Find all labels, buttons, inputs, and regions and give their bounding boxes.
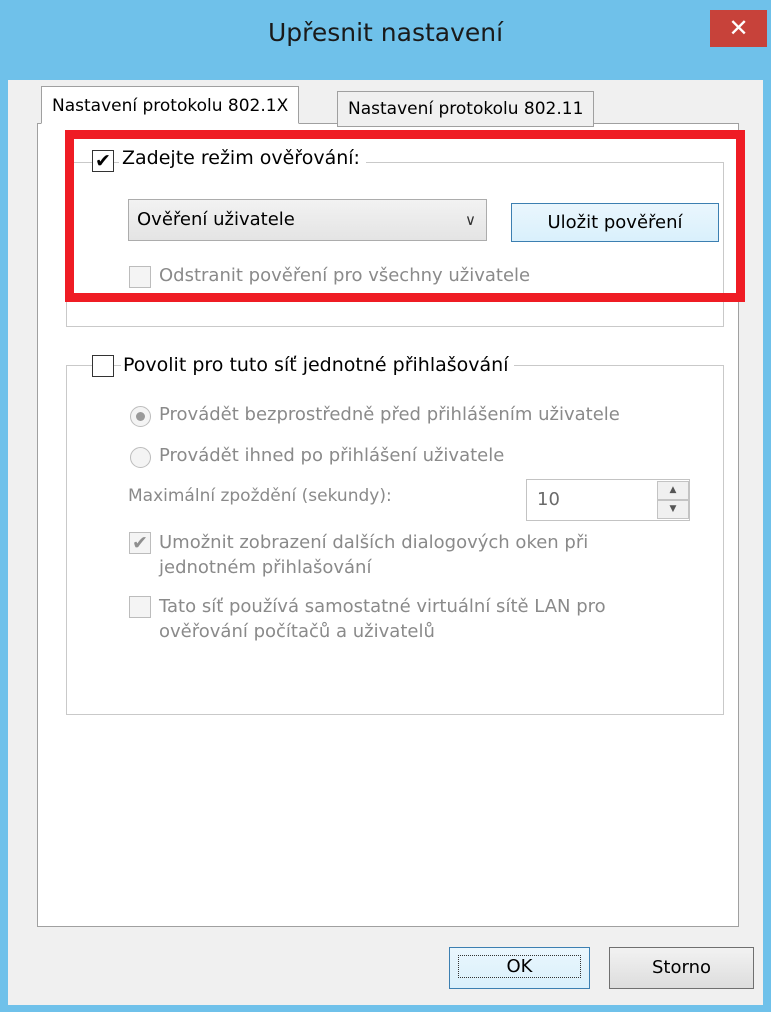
spin-down-arrow-icon[interactable]: ▼ xyxy=(657,500,689,519)
sso-label: Povolit pro tuto síť jednotné přihlašová… xyxy=(121,354,515,376)
radio-after-logon-label: Provádět ihned po přihlášení uživatele xyxy=(159,445,505,466)
radio-after-logon[interactable] xyxy=(130,447,151,468)
delay-label: Maximální zpoždění (sekundy): xyxy=(128,486,392,506)
dialogs-label: Umožnit zobrazení dalších dialogových ok… xyxy=(159,530,589,580)
close-icon: ✕ xyxy=(728,14,749,42)
radio-before-logon-label: Provádět bezprostředně před přihlášením … xyxy=(159,404,620,425)
spin-up-arrow-icon[interactable]: ▲ xyxy=(657,481,689,500)
vlan-label-line-2: ověřování počítačů a uživatelů xyxy=(159,621,435,642)
radio-before-logon[interactable] xyxy=(130,406,151,427)
cancel-button[interactable]: Storno xyxy=(609,947,754,989)
ok-button[interactable]: OK xyxy=(449,947,590,989)
close-button[interactable]: ✕ xyxy=(710,10,767,47)
dialogs-label-line-1: Umožnit zobrazení dalších dialogových ok… xyxy=(159,532,589,553)
dialogs-label-line-2: jednotném přihlašování xyxy=(159,557,372,578)
vlan-label-line-1: Tato síť používá samostatné virtuální sí… xyxy=(159,596,606,617)
checkmark-icon: ✔ xyxy=(132,532,148,554)
window-title: Upřesnit nastavení xyxy=(267,18,504,47)
tab-8021x[interactable]: Nastavení protokolu 802.1X xyxy=(41,86,300,124)
dialogs-checkbox[interactable]: ✔ xyxy=(129,532,151,554)
vlan-label: Tato síť používá samostatné virtuální sí… xyxy=(159,594,606,644)
sso-checkbox[interactable] xyxy=(92,355,114,377)
vlan-checkbox[interactable] xyxy=(129,596,151,618)
tab-80211[interactable]: Nastavení protokolu 802.11 xyxy=(337,91,595,127)
highlight-frame xyxy=(65,130,745,302)
ok-button-label: OK xyxy=(457,955,582,978)
